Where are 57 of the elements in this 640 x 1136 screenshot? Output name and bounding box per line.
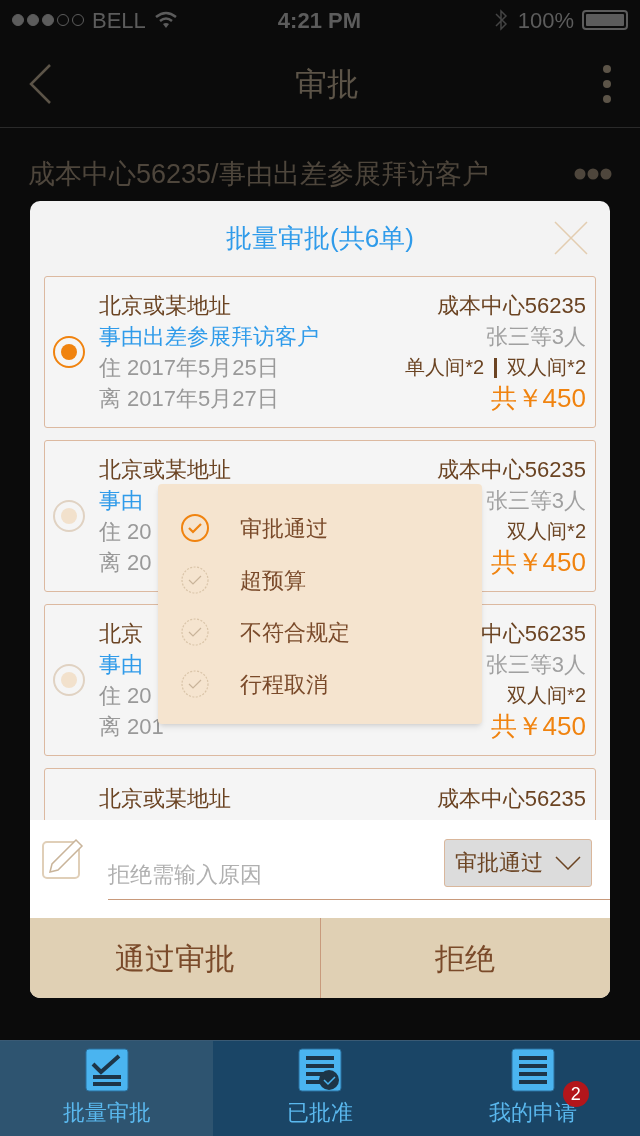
total-price: 共￥450 (490, 383, 586, 414)
menu-item[interactable]: 行程取消 (240, 667, 328, 701)
room-text: 双人间*2 (507, 683, 586, 708)
cost-center-text: 成本中心56235 (436, 456, 586, 484)
back-icon[interactable] (28, 62, 52, 105)
check-out-text: 离 2017年5月27日 (99, 385, 279, 413)
chevron-down-icon (555, 855, 581, 870)
room-text: 双人间*2 (507, 519, 586, 544)
check-out-text: 离 20 (99, 549, 152, 577)
radio-button[interactable] (53, 336, 85, 368)
radio-button[interactable] (53, 500, 85, 532)
battery-icon (582, 10, 628, 30)
menu-item[interactable]: 审批通过 (240, 511, 328, 545)
check-in-text: 住 2017年5月25日 (99, 354, 279, 382)
check-in-text: 住 20 (99, 682, 152, 710)
battery-text: 100% (517, 6, 574, 35)
page-title: 审批 (295, 64, 359, 104)
room-text: 双人间*2 (507, 355, 586, 380)
check-in-text: 住 20 (99, 518, 152, 546)
radio-button[interactable] (53, 664, 85, 696)
people-text: 张三等3人 (485, 651, 586, 679)
edit-icon (42, 838, 84, 880)
people-text: 张三等3人 (485, 487, 586, 515)
people-text: 张三等3人 (485, 323, 586, 351)
address-text: 北京或某地址 (99, 292, 231, 320)
list-icon (511, 1048, 556, 1092)
close-icon[interactable] (554, 221, 588, 255)
bluetooth-icon (493, 8, 508, 32)
tab-bar-item[interactable]: 批量审批 (0, 1041, 214, 1136)
menu-item[interactable]: 超预算 (240, 563, 306, 597)
check-out-text: 离 201 (99, 713, 164, 741)
total-price: 共￥450 (490, 547, 586, 578)
checklist-icon (84, 1048, 129, 1092)
room-text: 单人间*2 (405, 355, 485, 380)
reason-select[interactable]: 审批通过 (444, 838, 592, 887)
more-icon[interactable] (602, 63, 612, 104)
reject-button[interactable]: 拒绝 (319, 918, 610, 998)
wifi-icon (153, 11, 178, 29)
reason-text: 事由 (99, 487, 143, 515)
dialog-title: 批量审批(共6单) (226, 222, 414, 255)
reason-text: 事由出差参展拜访客户 (99, 323, 319, 351)
total-price: 共￥450 (490, 711, 586, 742)
order-card[interactable]: 北京或某地址 成本中心56235 (44, 768, 596, 820)
address-text: 北京或某地址 (99, 456, 231, 484)
order-card[interactable]: 北京或某地址 事由出差参展拜访客户 住 2017年5月25日 离 2017年5月27日 成本中心56235 张三等3人 单人间*2 双人间*2 共￥450 (44, 276, 596, 428)
reason-text: 事由 (99, 651, 143, 679)
cost-center-text: 成本中心56235 (436, 785, 586, 813)
address-text: 北京或某地址 (99, 785, 231, 813)
list-item-title: 成本中心56235/事由出差参展拜访客户 (28, 158, 489, 191)
more-icon[interactable] (574, 168, 612, 181)
menu-item[interactable]: 不符合规定 (240, 615, 350, 649)
cost-center-text: 成本中心56235 (436, 292, 586, 320)
time-text: 4:21 PM (277, 6, 361, 35)
cost-center-text: 中心56235 (480, 620, 586, 648)
approved-document-icon (298, 1048, 342, 1092)
carrier-text: BELL (92, 6, 146, 35)
address-text: 北京 (99, 620, 143, 648)
